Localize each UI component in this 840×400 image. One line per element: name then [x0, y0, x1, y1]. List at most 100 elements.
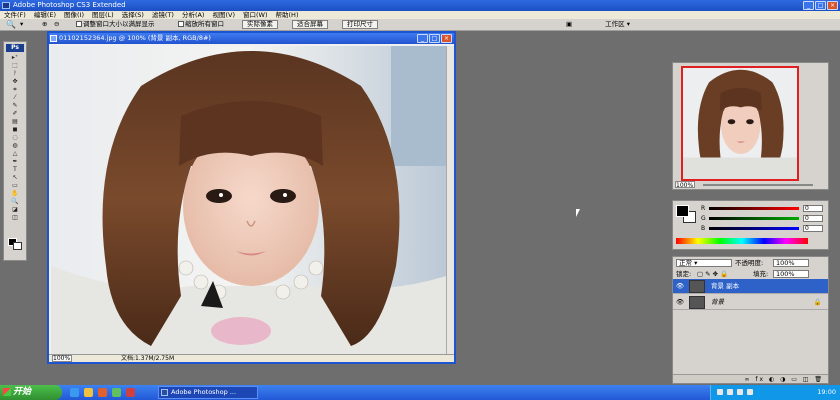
lock-icons[interactable]: ▢✎✥🔒 — [697, 269, 730, 279]
tray-ime-icon[interactable] — [737, 389, 743, 395]
palette-well-icon[interactable]: ▣ — [566, 20, 572, 29]
tray-app-icon[interactable] — [747, 389, 753, 395]
menu-select[interactable]: 选择(S) — [118, 11, 148, 19]
doc-minimize-button[interactable]: _ — [417, 34, 428, 43]
zoom-in-icon[interactable]: ⊕ — [42, 20, 47, 29]
red-value-field[interactable]: 0 — [803, 205, 823, 212]
eraser-tool-icon[interactable]: ◌ — [5, 134, 25, 141]
quicklaunch-app2-icon[interactable] — [126, 388, 135, 397]
quicklaunch-folder-icon[interactable] — [84, 388, 93, 397]
workspace-menu[interactable]: 工作区 ▾ — [605, 20, 630, 29]
layer-row-background[interactable]: 👁 背景 🔒 — [673, 295, 828, 310]
crop-tool-icon[interactable]: ⌗ — [5, 86, 25, 93]
fit-screen-button[interactable]: 适合屏幕 — [292, 20, 328, 29]
move-tool-icon[interactable]: ▸⁺ — [5, 54, 25, 61]
doc-maximize-button[interactable]: □ — [429, 34, 440, 43]
document-title: 01102152364.jpg @ 100% (背景 副本, RGB/8#) — [59, 34, 211, 42]
menu-filter[interactable]: 滤镜(T) — [148, 11, 178, 19]
navigator-preview — [683, 68, 797, 179]
visibility-eye-icon[interactable]: 👁 — [675, 295, 685, 310]
menu-window[interactable]: 窗口(W) — [239, 11, 272, 19]
history-brush-tool-icon[interactable]: ◼ — [5, 126, 25, 133]
ps-logo: Ps — [6, 44, 24, 52]
start-button[interactable]: 开始 — [0, 385, 62, 400]
opacity-field[interactable]: 100% — [773, 259, 809, 267]
document-zoom-field[interactable]: 100% — [52, 355, 72, 362]
visibility-eye-icon[interactable]: 👁 — [675, 279, 685, 294]
green-slider[interactable] — [709, 217, 799, 220]
navigator-zoom-slider[interactable] — [703, 184, 813, 186]
layers-panel-toolbar[interactable]: ∞ fx ◐ ◑ ▭ ◫ 🗑 — [673, 374, 828, 383]
zoom-icon[interactable]: 🔍 — [6, 20, 16, 29]
gradient-tool-icon[interactable]: ◍ — [5, 142, 25, 149]
menu-edit[interactable]: 编辑(E) — [30, 11, 60, 19]
menu-help[interactable]: 帮助(H) — [272, 11, 303, 19]
tray-clock: 19:00 — [817, 388, 836, 396]
color-panel: R 0 G 0 B 0 — [672, 200, 829, 250]
quicklaunch-ie-icon[interactable] — [70, 388, 79, 397]
color-panel-foreground-swatch[interactable] — [676, 205, 689, 217]
layer-row-background-copy[interactable]: 👁 背景 副本 — [673, 279, 828, 294]
slice-tool-icon[interactable]: ⁄ — [5, 94, 25, 101]
layer-thumbnail — [689, 296, 705, 309]
doc-close-button[interactable]: × — [441, 34, 452, 43]
quick-mask-icon[interactable]: ◪ — [5, 206, 25, 213]
mouse-cursor-icon — [576, 209, 580, 217]
print-size-button[interactable]: 打印尺寸 — [342, 20, 378, 29]
layer-name: 背景 — [711, 298, 724, 306]
app-title-bar: Adobe Photoshop CS3 Extended _ □ × — [0, 0, 840, 11]
lasso-tool-icon[interactable]: ᚹ — [5, 70, 25, 77]
menu-file[interactable]: 文件(F) — [0, 11, 30, 19]
taskbar-photoshop-button[interactable]: Adobe Photoshop ... — [158, 386, 258, 399]
zoom-tool-icon[interactable]: 🔍 — [5, 198, 25, 205]
screen-mode-icon[interactable]: ◫ — [5, 214, 25, 221]
type-tool-icon[interactable]: T — [5, 166, 25, 173]
hand-tool-icon[interactable]: ✋ — [5, 190, 25, 197]
minimize-button[interactable]: _ — [803, 1, 814, 10]
path-select-tool-icon[interactable]: ↖ — [5, 174, 25, 181]
menu-layer[interactable]: 图层(L) — [88, 11, 118, 19]
fill-field[interactable]: 100% — [773, 270, 809, 278]
opacity-label: 不透明度: — [735, 259, 764, 267]
document-vertical-scrollbar[interactable] — [446, 46, 454, 356]
pen-tool-icon[interactable]: ✒ — [5, 158, 25, 165]
zoom-out-icon[interactable]: ⊖ — [54, 20, 59, 29]
color-spectrum-bar[interactable] — [676, 238, 808, 244]
blue-value-field[interactable]: 0 — [803, 225, 823, 232]
brush-tool-icon[interactable]: ✐ — [5, 110, 25, 117]
maximize-button[interactable]: □ — [815, 1, 826, 10]
navigator-panel: 100% — [672, 62, 829, 190]
red-slider[interactable] — [709, 207, 799, 210]
options-bar: 🔍 ▾ ⊕ ⊖ 调整窗口大小以满屏显示 缩放所有窗口 实际像素 适合屏幕 打印尺… — [0, 19, 840, 31]
background-color-swatch[interactable] — [13, 242, 22, 250]
menu-view[interactable]: 视图(V) — [208, 11, 239, 19]
tray-volume-icon[interactable] — [727, 389, 733, 395]
healing-brush-tool-icon[interactable]: ✎ — [5, 102, 25, 109]
quicklaunch-app-icon[interactable] — [112, 388, 121, 397]
layer-name: 背景 副本 — [711, 282, 740, 290]
dodge-tool-icon[interactable]: △ — [5, 150, 25, 157]
layers-panel: 正常 ▾ 不透明度: 100% 锁定: ▢✎✥🔒 填充: 100% 👁 背景 副… — [672, 256, 829, 384]
image-canvas[interactable] — [51, 46, 446, 356]
green-value-field[interactable]: 0 — [803, 215, 823, 222]
resize-window-checkbox[interactable]: 调整窗口大小以满屏显示 — [76, 20, 155, 29]
color-channel-b: B 0 — [701, 225, 827, 232]
blend-mode-select[interactable]: 正常 ▾ — [676, 259, 732, 267]
close-button[interactable]: × — [827, 1, 838, 10]
clone-stamp-tool-icon[interactable]: ▤ — [5, 118, 25, 125]
color-channel-r: R 0 — [701, 205, 827, 212]
quicklaunch-media-icon[interactable] — [98, 388, 107, 397]
marquee-tool-icon[interactable]: ⬚ — [5, 62, 25, 69]
shape-tool-icon[interactable]: ▭ — [5, 182, 25, 189]
navigator-zoom-field[interactable]: 100% — [675, 181, 695, 189]
menu-image[interactable]: 图像(I) — [60, 11, 88, 19]
quick-select-tool-icon[interactable]: ✥ — [5, 78, 25, 85]
tray-network-icon[interactable] — [717, 389, 723, 395]
document-window: 01102152364.jpg @ 100% (背景 副本, RGB/8#) _… — [47, 31, 456, 364]
navigator-thumbnail[interactable] — [681, 66, 799, 181]
tool-preset-arrow-icon[interactable]: ▾ — [20, 20, 23, 29]
actual-pixels-button[interactable]: 实际像素 — [242, 20, 278, 29]
menu-analysis[interactable]: 分析(A) — [178, 11, 209, 19]
blue-slider[interactable] — [709, 227, 799, 230]
zoom-all-windows-checkbox[interactable]: 缩放所有窗口 — [178, 20, 224, 29]
